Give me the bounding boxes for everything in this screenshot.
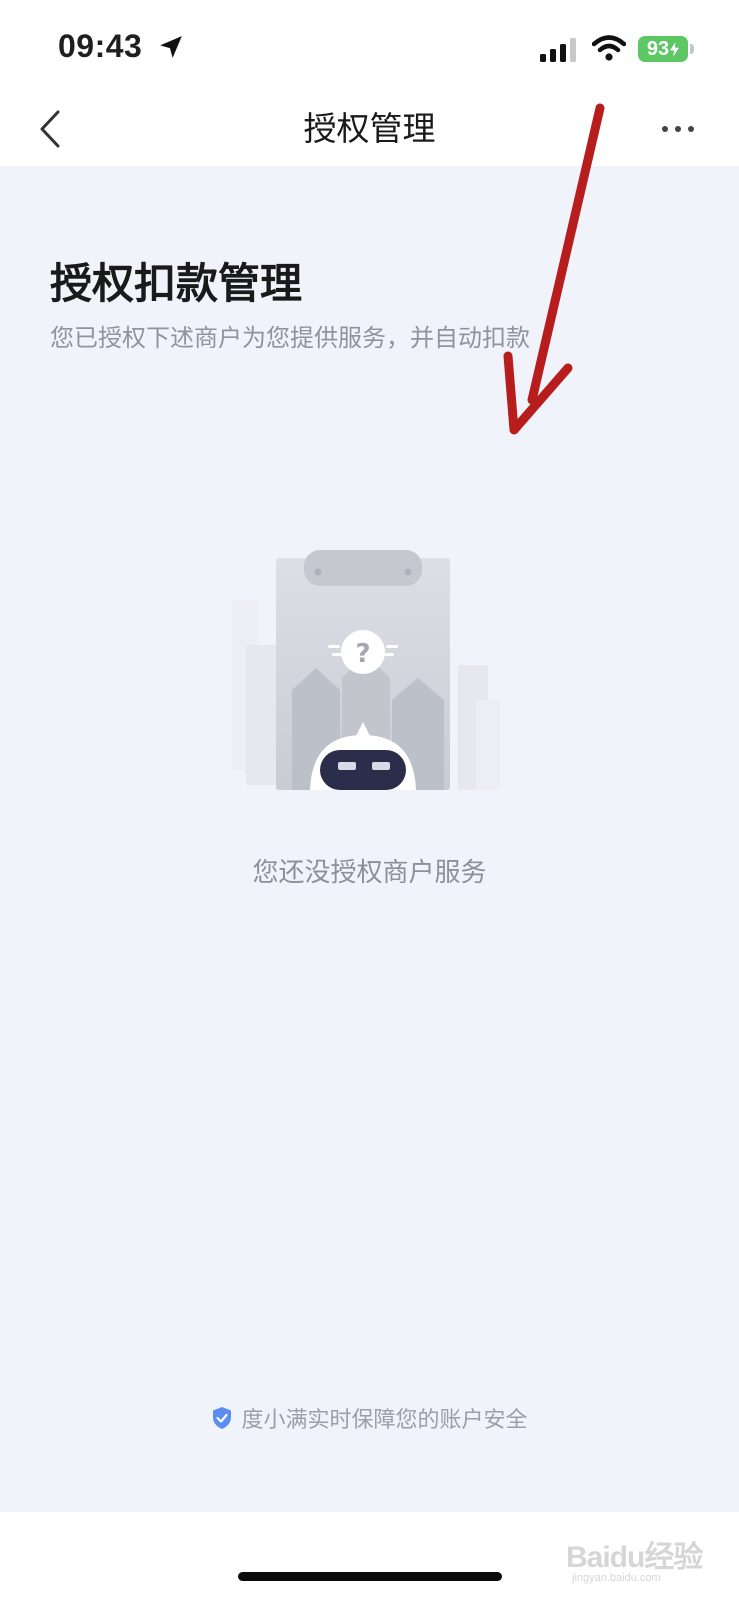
- svg-text:?: ?: [355, 639, 370, 669]
- signal-icon: [540, 38, 576, 62]
- page-subtitle: 您已授权下述商户为您提供服务，并自动扣款: [50, 324, 530, 352]
- status-bar: 09:43 93: [0, 0, 739, 92]
- charging-bolt-icon: [670, 41, 680, 57]
- watermark-url: jingyan.baidu.com: [572, 1572, 661, 1584]
- baidu-watermark: Baidu经验 jingyan.baidu.com: [566, 1518, 726, 1588]
- annotation-arrow: [503, 103, 605, 435]
- location-arrow-icon: [160, 36, 182, 58]
- battery-indicator: 93: [638, 36, 688, 62]
- watermark-text: Baidu经验: [566, 1541, 703, 1574]
- page-title: 授权扣款管理: [50, 259, 303, 308]
- empty-state-illustration: ?: [232, 550, 500, 790]
- more-icon[interactable]: [660, 114, 696, 144]
- status-time: 09:43: [58, 28, 143, 64]
- battery-cap: [690, 44, 694, 54]
- security-note: 度小满实时保障您的账户安全: [0, 1402, 739, 1434]
- shield-check-icon: [213, 1407, 232, 1429]
- security-text: 度小满实时保障您的账户安全: [241, 1408, 528, 1433]
- home-indicator[interactable]: [238, 1572, 502, 1581]
- empty-state-text: 您还没授权商户服务: [252, 858, 487, 888]
- wifi-icon: [592, 35, 626, 61]
- battery-level: 93: [646, 37, 670, 60]
